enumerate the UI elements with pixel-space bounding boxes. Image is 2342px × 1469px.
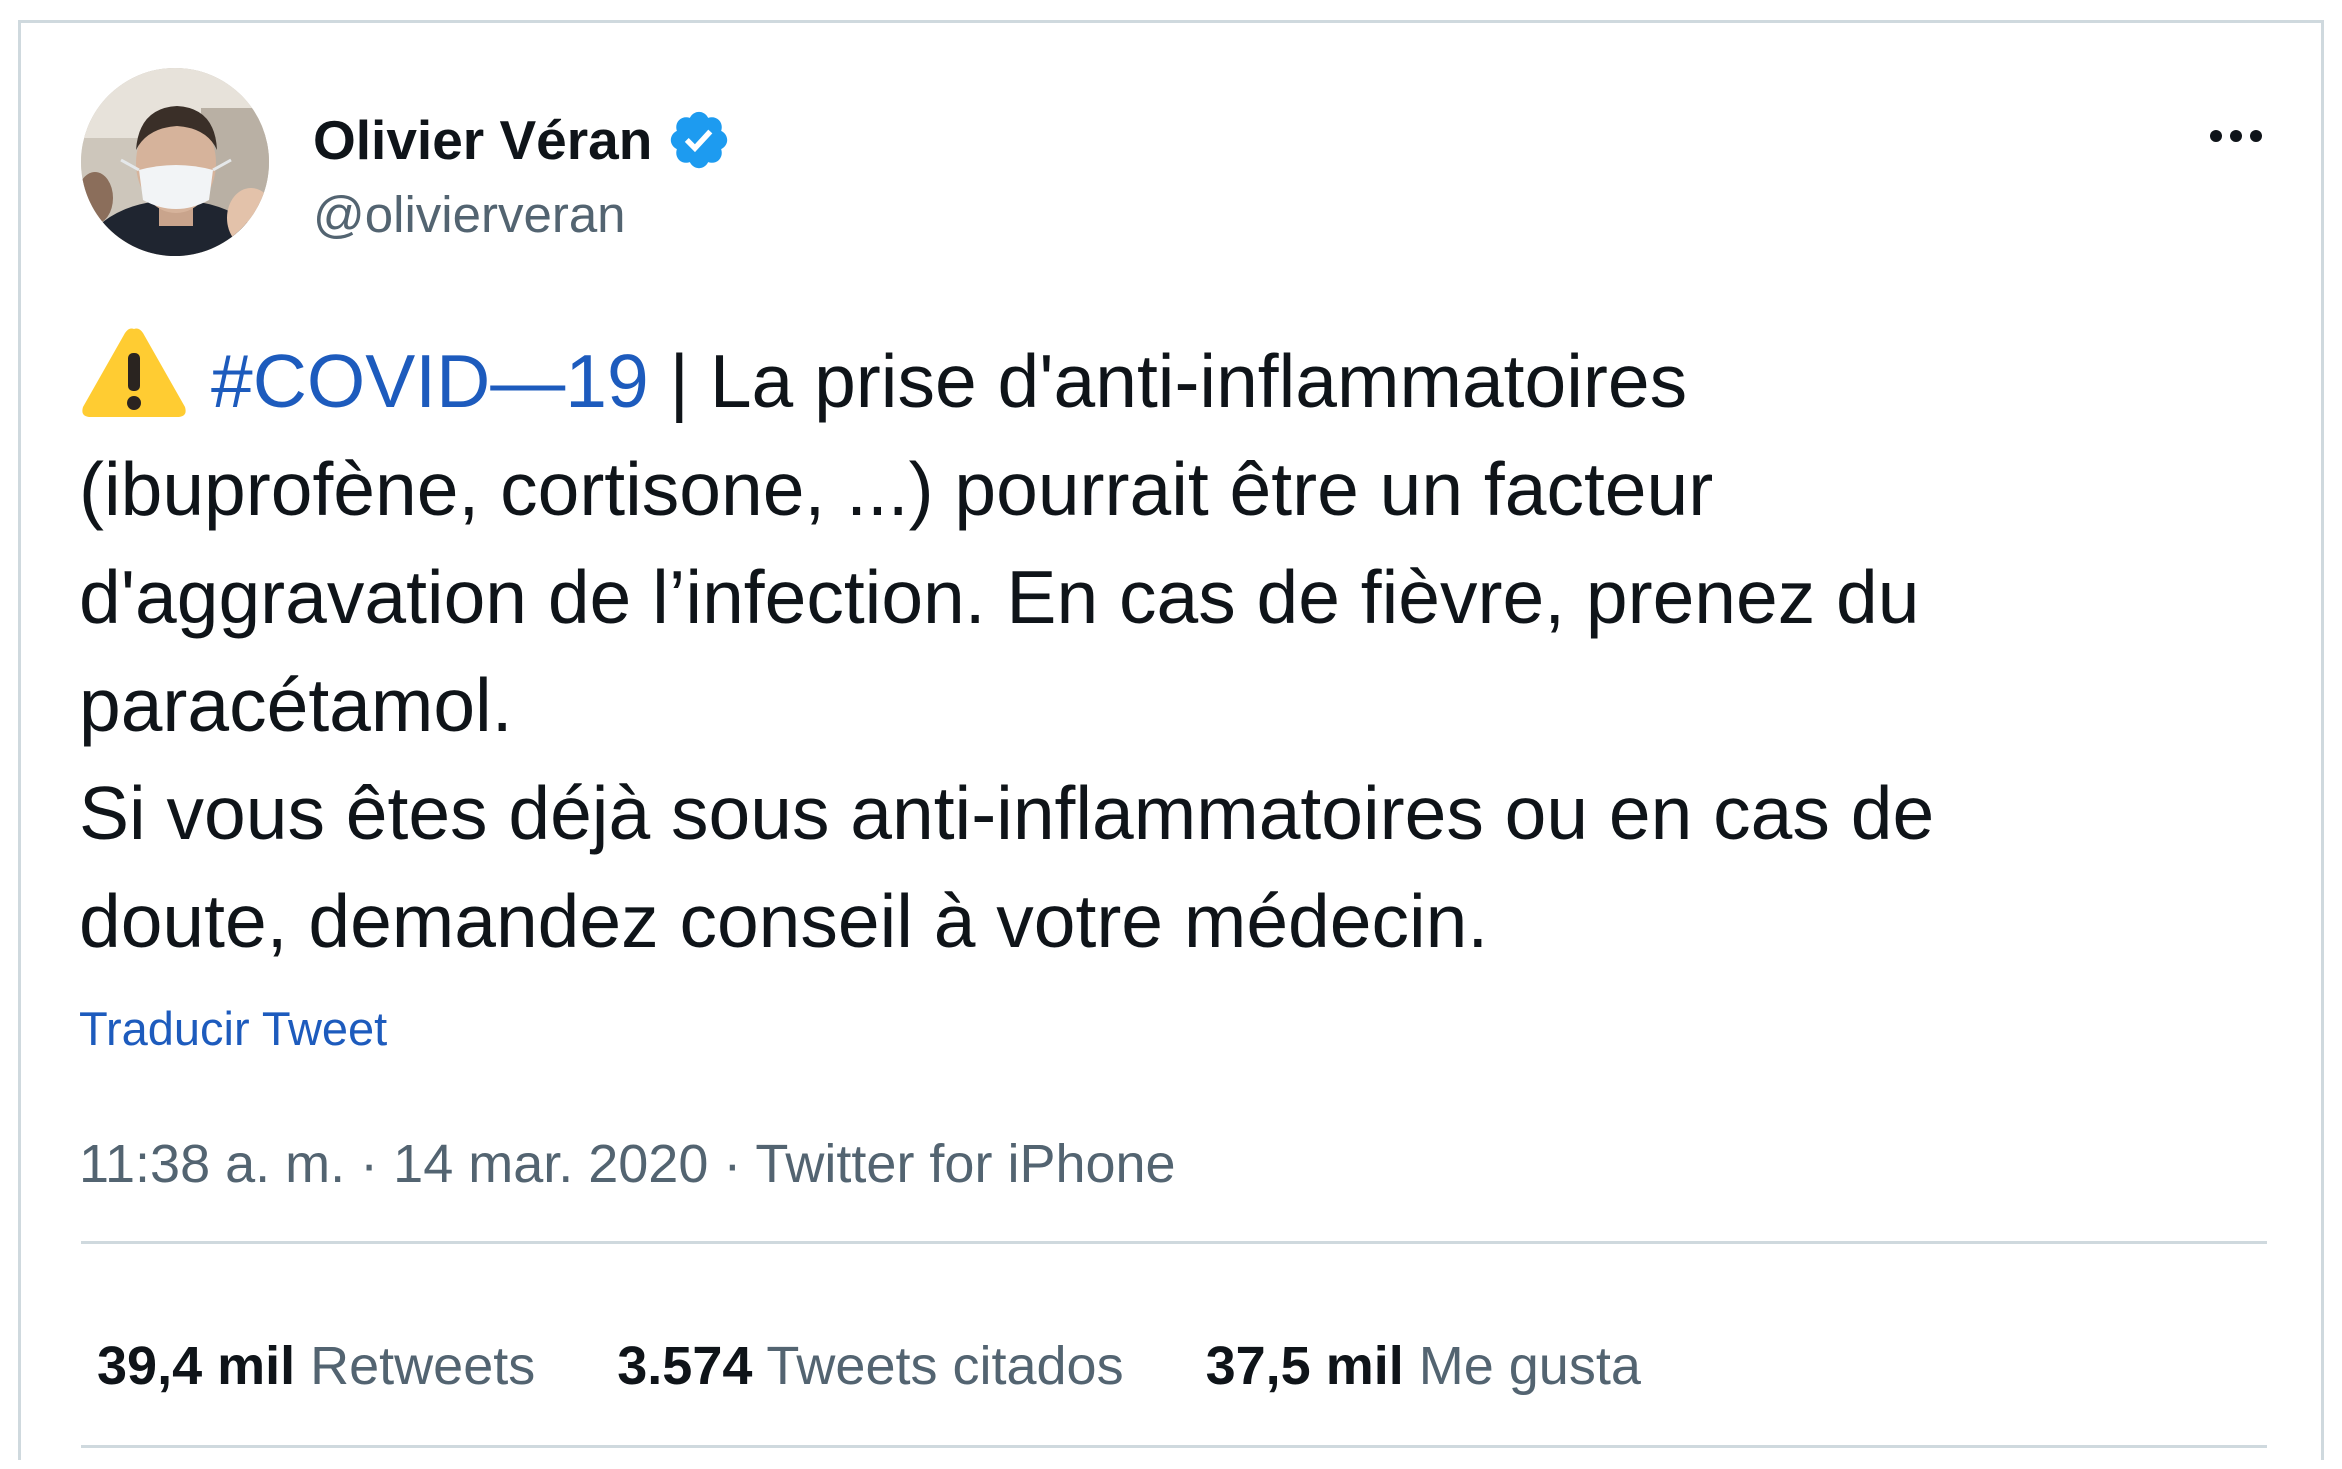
tweet-line-2: (ibuprofène, cortisone, ...) pourrait êt…: [79, 447, 1714, 531]
tweet-line-6: doute, demandez conseil à votre médecin.: [79, 879, 1489, 963]
meta-separator: ·: [345, 1134, 394, 1194]
divider: [81, 1445, 2267, 1448]
author-name-row[interactable]: Olivier Véran: [313, 105, 732, 175]
tweet-line-3: d'aggravation de l’infection. En cas de …: [79, 555, 1920, 639]
likes-count: 37,5 mil: [1205, 1336, 1404, 1396]
tweet-text: #COVID—19 | La prise d'anti-inflammatoir…: [79, 323, 2259, 975]
display-name[interactable]: Olivier Véran: [313, 108, 652, 172]
warning-sign-emoji: [82, 328, 186, 417]
tweet-source[interactable]: Twitter for iPhone: [755, 1134, 1175, 1194]
tweet-line-1: #COVID—19 | La prise d'anti-inflammatoir…: [79, 323, 2259, 435]
hashtag-link[interactable]: #COVID—19: [211, 339, 649, 423]
tweet-date[interactable]: 14 mar. 2020: [393, 1134, 708, 1194]
likes-stat[interactable]: 37,5 mil Me gusta: [1206, 1335, 1641, 1397]
tweet-line-1-text: | La prise d'anti-inflammatoires: [648, 339, 1688, 423]
tweet-time[interactable]: 11:38 a. m.: [79, 1134, 345, 1194]
translate-tweet-link[interactable]: Traducir Tweet: [79, 1001, 387, 1056]
author-handle[interactable]: @olivierveran: [313, 185, 626, 244]
likes-label: Me gusta: [1418, 1336, 1641, 1396]
tweet-line-5: Si vous êtes déjà sous anti-inflammatoir…: [79, 771, 1935, 855]
profile-photo: [81, 68, 269, 256]
quote-tweets-stat[interactable]: 3.574 Tweets citados: [617, 1335, 1123, 1397]
tweet-card: Olivier Véran @olivierveran #COVID—19 | …: [18, 20, 2324, 1460]
quote-tweets-label: Tweets citados: [766, 1336, 1124, 1396]
retweets-stat[interactable]: 39,4 mil Retweets: [97, 1335, 535, 1397]
retweets-label: Retweets: [310, 1336, 536, 1396]
more-horizontal-icon: [2210, 130, 2262, 142]
retweets-count: 39,4 mil: [97, 1336, 296, 1396]
tweet-line-4: paracétamol.: [79, 663, 513, 747]
divider: [81, 1241, 2267, 1244]
meta-separator: ·: [708, 1134, 756, 1194]
avatar[interactable]: [81, 68, 269, 256]
more-options-button[interactable]: [2191, 111, 2281, 161]
verified-badge-icon: [671, 111, 728, 169]
quote-tweets-count: 3.574: [617, 1336, 753, 1396]
tweet-metadata: 11:38 a. m. · 14 mar. 2020 · Twitter for…: [79, 1133, 1176, 1195]
engagement-stats: 39,4 mil Retweets 3.574 Tweets citados 3…: [97, 1335, 1641, 1397]
